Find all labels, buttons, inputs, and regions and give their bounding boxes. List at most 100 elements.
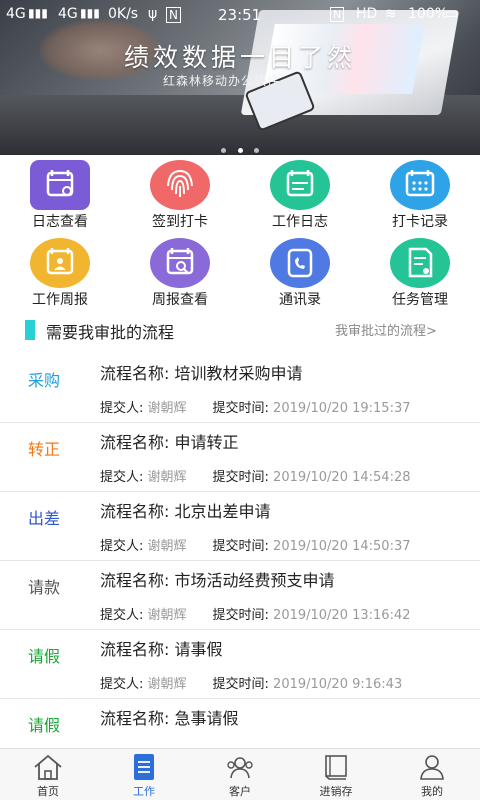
list-item[interactable]: 请假 流程名称: 急事请假: [0, 698, 480, 748]
process-meta: 提交人: 谢朝辉 提交时间: 2019/10/20 13:16:42: [100, 604, 411, 623]
signal-1: 4G: [6, 6, 26, 22]
submitter-value: 谢朝辉: [147, 539, 187, 554]
grid-label: 通讯录: [279, 292, 321, 308]
divider: [0, 629, 480, 630]
list-item[interactable]: 出差 流程名称: 北京出差申请 提交人: 谢朝辉 提交时间: 2019/10/20…: [0, 491, 480, 559]
banner-subtitle: 红森林移动办公软件: [163, 74, 281, 88]
fingerprint-icon: [150, 160, 210, 210]
contacts-icon: [270, 238, 330, 288]
tab-customers[interactable]: 客户: [192, 749, 288, 800]
name-prefix: 流程名称:: [100, 433, 175, 452]
checkin-record-icon: [390, 160, 450, 210]
tab-profile[interactable]: 我的: [384, 749, 480, 800]
status-bar: 4G ▮▮▮ 4G ▮▮▮ 0K/s ψ N 23:51 N HD ≋ 100%…: [0, 0, 480, 28]
submitter-label: 提交人:: [100, 470, 148, 485]
category-label: 转正: [28, 440, 61, 459]
process-meta: 提交人: 谢朝辉 提交时间: 2019/10/20 19:15:37: [100, 397, 411, 416]
submit-time-label: 提交时间:: [212, 401, 274, 416]
category-label: 采购: [28, 371, 61, 390]
clock: 23:51: [218, 6, 262, 24]
category-label: 出差: [28, 509, 61, 528]
submit-time-value: 2019/10/20 19:15:37: [273, 401, 411, 416]
signal-bars-icon-2: ▮▮▮: [80, 6, 100, 20]
submitter-value: 谢朝辉: [147, 608, 187, 623]
work-log-icon: [270, 160, 330, 210]
list-item[interactable]: 采购 流程名称: 培训教材采购申请 提交人: 谢朝辉 提交时间: 2019/10/…: [0, 353, 480, 421]
list-item[interactable]: 请款 流程名称: 市场活动经费预支申请 提交人: 谢朝辉 提交时间: 2019/1…: [0, 560, 480, 628]
submitter-label: 提交人:: [100, 677, 148, 692]
section-accent-bar: [25, 320, 35, 340]
weekly-view-icon: [150, 238, 210, 288]
approved-processes-link[interactable]: 我审批过的流程>: [335, 320, 437, 339]
submit-time-value: 2019/10/20 9:16:43: [273, 677, 403, 692]
submit-time-label: 提交时间:: [212, 677, 274, 692]
submitter-label: 提交人:: [100, 401, 148, 416]
tab-label: 工作: [133, 785, 155, 798]
tab-inventory[interactable]: 进销存: [288, 749, 384, 800]
grid-label: 签到打卡: [152, 214, 208, 230]
grid-item-checkin[interactable]: 签到打卡: [120, 158, 240, 234]
process-title: 流程名称: 北京出差申请: [100, 498, 271, 522]
name-prefix: 流程名称:: [100, 502, 175, 521]
process-name: 培训教材采购申请: [174, 364, 303, 383]
grid-item-weekly-report[interactable]: 工作周报: [0, 236, 120, 312]
grid-label: 任务管理: [392, 292, 448, 308]
name-prefix: 流程名称:: [100, 571, 175, 590]
name-prefix: 流程名称:: [100, 709, 175, 728]
name-prefix: 流程名称:: [100, 640, 175, 659]
carousel-dot[interactable]: [221, 148, 227, 153]
tab-label: 客户: [229, 785, 251, 798]
grid-label: 工作日志: [272, 214, 328, 230]
nfc-icon: N: [330, 7, 345, 22]
divider: [0, 698, 480, 699]
signal-bars-icon: ▮▮▮: [28, 6, 48, 20]
work-icon: [134, 754, 154, 780]
submit-time-value: 2019/10/20 13:16:42: [273, 608, 411, 623]
banner-title: 绩效数据一目了然: [123, 43, 356, 72]
submit-time-label: 提交时间:: [212, 539, 274, 554]
process-meta: 提交人: 谢朝辉 提交时间: 2019/10/20 14:54:28: [100, 466, 411, 485]
grid-label: 工作周报: [32, 292, 88, 308]
grid-item-log-view[interactable]: 日志查看: [0, 158, 120, 234]
grid-label: 打卡记录: [392, 214, 448, 230]
grid-item-checkin-record[interactable]: 打卡记录: [360, 158, 480, 234]
grid-item-contacts[interactable]: 通讯录: [240, 236, 360, 312]
category-label: 请假: [28, 647, 61, 666]
carousel-dot-active[interactable]: [237, 148, 243, 153]
process-name: 请事假: [174, 640, 223, 659]
list-item[interactable]: 转正 流程名称: 申请转正 提交人: 谢朝辉 提交时间: 2019/10/20 1…: [0, 422, 480, 490]
grid-item-work-log[interactable]: 工作日志: [240, 158, 360, 234]
category-label: 请假: [28, 716, 61, 735]
net-speed: 0K/s: [108, 6, 139, 22]
tab-home[interactable]: 首页: [0, 749, 96, 800]
process-name: 申请转正: [174, 433, 239, 452]
tab-label: 我的: [421, 785, 443, 798]
submit-time-label: 提交时间:: [212, 608, 274, 623]
process-title: 流程名称: 急事请假: [100, 705, 239, 729]
log-view-icon: [30, 160, 90, 210]
submit-time-label: 提交时间:: [212, 470, 274, 485]
category-label: 请款: [28, 578, 61, 597]
list-item[interactable]: 请假 流程名称: 请事假 提交人: 谢朝辉 提交时间: 2019/10/20 9:…: [0, 629, 480, 697]
customers-icon: [227, 757, 253, 779]
inventory-icon: [325, 755, 347, 780]
tab-label: 首页: [37, 785, 59, 798]
submitter-value: 谢朝辉: [147, 677, 187, 692]
carousel-dot[interactable]: [253, 148, 259, 153]
signal-2: 4G: [58, 6, 78, 22]
battery-level: 100%: [408, 6, 449, 22]
name-prefix: 流程名称:: [100, 364, 175, 383]
divider: [0, 422, 480, 423]
grid-item-task[interactable]: 任务管理: [360, 236, 480, 312]
divider: [0, 560, 480, 561]
grid-label: 日志查看: [32, 214, 88, 230]
usb-icon: ψ: [148, 6, 158, 22]
process-title: 流程名称: 培训教材采购申请: [100, 360, 303, 384]
grid-item-weekly-view[interactable]: 周报查看: [120, 236, 240, 312]
process-meta: 提交人: 谢朝辉 提交时间: 2019/10/20 9:16:43: [100, 673, 402, 692]
tab-work[interactable]: 工作: [96, 749, 192, 800]
carousel-dots[interactable]: [0, 138, 480, 155]
tab-label: 进销存: [319, 785, 353, 798]
process-meta: 提交人: 谢朝辉 提交时间: 2019/10/20 14:50:37: [100, 535, 411, 554]
process-name: 急事请假: [174, 709, 239, 728]
